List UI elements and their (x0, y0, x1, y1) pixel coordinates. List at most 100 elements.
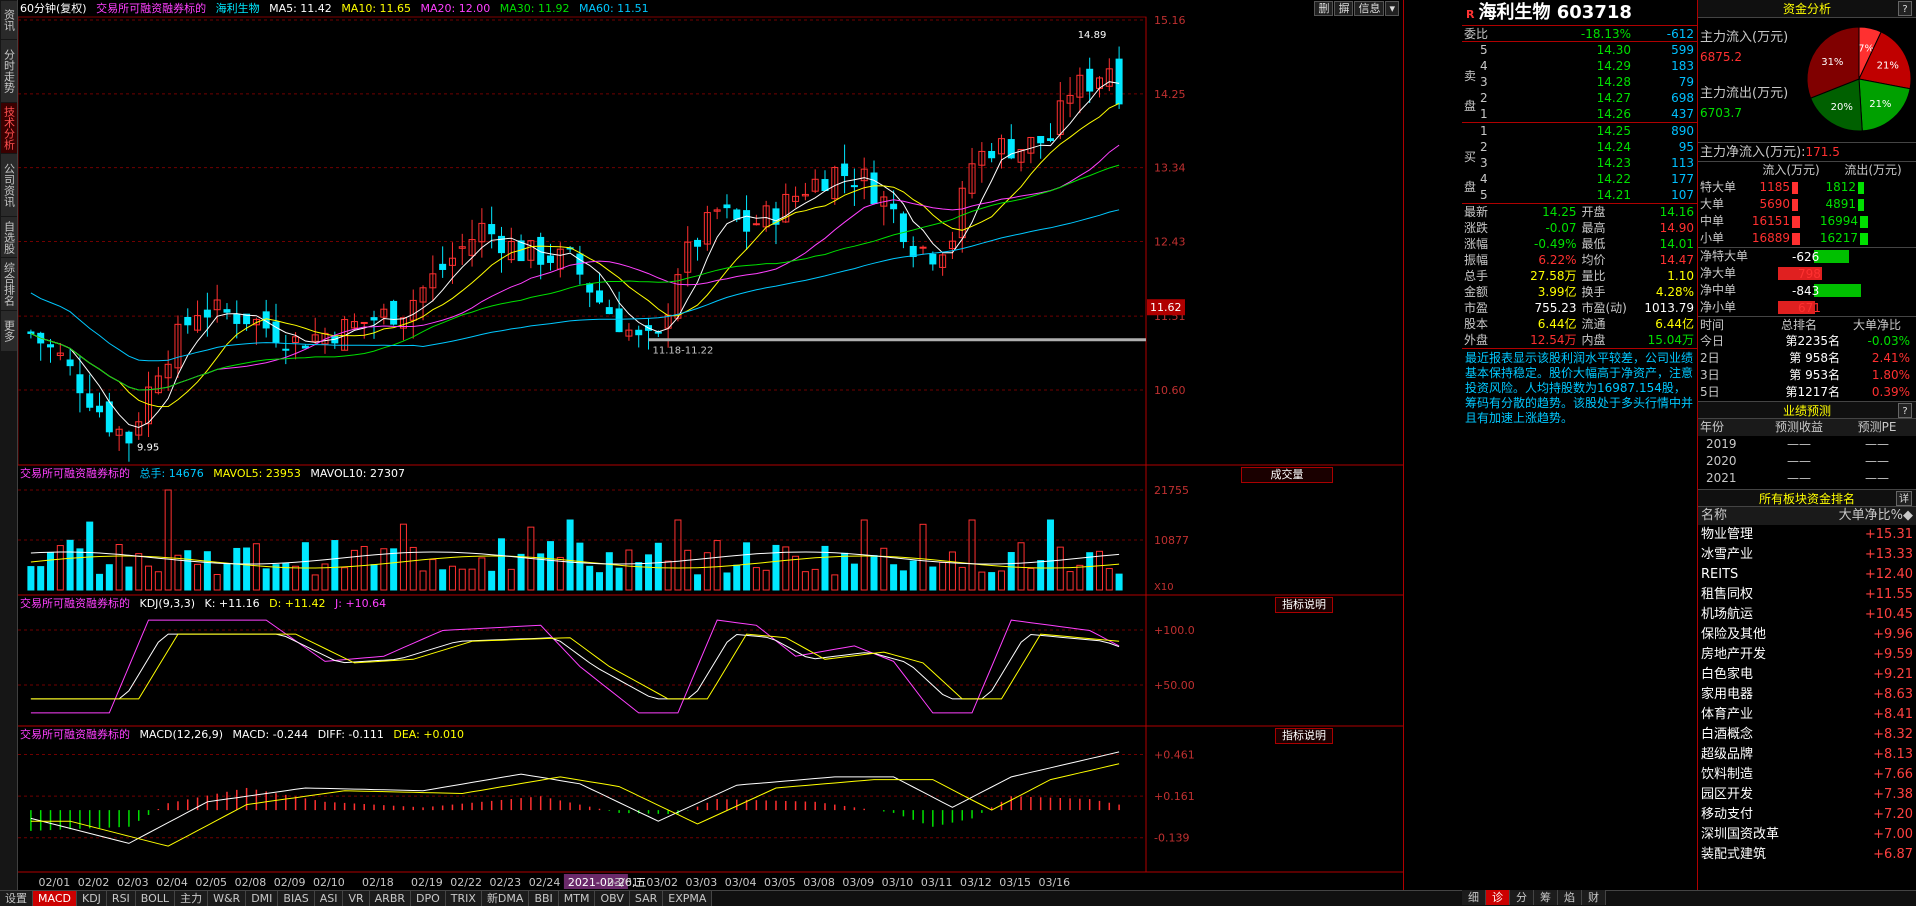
sector-ratio: +12.40 (1864, 567, 1913, 582)
candle-body (841, 163, 849, 177)
sector-row[interactable]: 装配式建筑 +6.87 (1698, 845, 1916, 865)
buy-side-label: 买 (1464, 150, 1477, 164)
volume-bar (419, 570, 427, 591)
forecast-help-icon[interactable]: ? (1898, 403, 1912, 418)
ban-button[interactable]: 摒 (1334, 1, 1354, 16)
sector-row[interactable]: 冰雪产业 +13.33 (1698, 545, 1916, 565)
sector-detail-button[interactable]: 详 (1896, 491, 1912, 506)
indicator-tab-boll[interactable]: BOLL (135, 891, 176, 906)
net-bar: -626 (1790, 249, 1908, 264)
quote-tab-4[interactable]: 焰 (1558, 890, 1582, 905)
indicator-tab-arbr[interactable]: ARBR (369, 891, 412, 906)
indicator-tab-sar[interactable]: SAR (629, 891, 664, 906)
indicator-tab-mtm[interactable]: MTM (558, 891, 596, 906)
date-axis-label: 03/16 (1038, 876, 1070, 889)
rank-row: 3日 第 953名 1.80% (1698, 367, 1916, 384)
menu-dropdown-button[interactable]: ▾ (1385, 1, 1399, 16)
stat-label: 开盘 (1581, 205, 1606, 219)
net-name: 净中单 (1700, 283, 1737, 297)
sector-row[interactable]: 超级品牌 +8.13 (1698, 745, 1916, 765)
date-axis-label: 03/12 (960, 876, 992, 889)
candle-body (1037, 135, 1045, 144)
indicator-tab-bias[interactable]: BIAS (278, 891, 315, 906)
indicator-tab-asi[interactable]: ASI (314, 891, 344, 906)
flow-name: 小单 (1700, 231, 1725, 245)
sector-head-ratio[interactable]: 大单净比%◆ (1839, 507, 1913, 525)
kdj-help-button[interactable]: 指标说明 (1275, 597, 1333, 613)
sector-row[interactable]: 家用电器 +8.63 (1698, 685, 1916, 705)
indicator-tab-bbi[interactable]: BBI (529, 891, 559, 906)
sector-row[interactable]: 深圳国资改革 +7.00 (1698, 825, 1916, 845)
volume-bar (850, 563, 858, 591)
sector-row[interactable]: 机场航运 +10.45 (1698, 605, 1916, 625)
sector-row[interactable]: 体育产业 +8.41 (1698, 705, 1916, 725)
sector-row[interactable]: 移动支付 +7.20 (1698, 805, 1916, 825)
sector-ratio: +7.66 (1873, 767, 1913, 782)
left-tab-3[interactable]: 公司资讯 (1, 154, 17, 216)
indicator-tab-dpo[interactable]: DPO (411, 891, 446, 906)
indicator-tab-macd[interactable]: MACD (33, 891, 77, 906)
sector-row[interactable]: 房地产开发 +9.59 (1698, 645, 1916, 665)
help-icon[interactable]: ? (1898, 1, 1912, 16)
sector-row[interactable]: 物业管理 +15.31 (1698, 525, 1916, 545)
indicator-tab-dmi[interactable]: DMI (246, 891, 279, 906)
volume-bar (546, 541, 554, 591)
left-tab-4[interactable]: 自选股 (1, 217, 17, 257)
sector-row[interactable]: 保险及其他 +9.96 (1698, 625, 1916, 645)
indicator-tab-expma[interactable]: EXPMA (663, 891, 713, 906)
indicator-tab-新dma[interactable]: 新DMA (481, 891, 530, 906)
sector-name: 房地产开发 (1701, 647, 1767, 662)
volume-button[interactable]: 成交量 (1241, 467, 1333, 483)
indicator-tab-rsi[interactable]: RSI (106, 891, 136, 906)
sector-row[interactable]: 租售同权 +11.55 (1698, 585, 1916, 605)
quote-tab-5[interactable]: 财 (1582, 890, 1606, 905)
indicator-tab-obv[interactable]: OBV (595, 891, 630, 906)
sector-row[interactable]: 饮料制造 +7.66 (1698, 765, 1916, 785)
sector-row[interactable]: 白色家电 +9.21 (1698, 665, 1916, 685)
quote-tab-2[interactable]: 分 (1510, 890, 1534, 905)
macd-help-button[interactable]: 指标说明 (1275, 728, 1333, 744)
left-tab-1[interactable]: 分时走势 (1, 40, 17, 102)
date-axis-label: 03/08 (803, 876, 835, 889)
indicator-tab-vr[interactable]: VR (343, 891, 370, 906)
volume-bar (664, 560, 672, 591)
indicator-tab-设置[interactable]: 设置 (0, 891, 33, 906)
flow-in-value: 5690 (1759, 197, 1790, 211)
sector-row[interactable]: REITS +12.40 (1698, 565, 1916, 585)
candle-body (821, 179, 829, 192)
indicator-tab-trix[interactable]: TRIX (445, 891, 482, 906)
weibi-row: 委比 -18.13% -612 (1462, 26, 1697, 42)
volume-bar (252, 543, 260, 591)
sector-row[interactable]: 园区开发 +7.38 (1698, 785, 1916, 805)
delete-button[interactable]: 删 (1314, 1, 1334, 16)
left-tab-bar: 资讯 分时走势 技术分析 公司资讯 自选股 综合排名 更多 (0, 0, 18, 890)
chart-toolbar: 删 摒 信息 ▾ (1313, 1, 1399, 16)
kline-chart-area[interactable]: 15.16 14.25 13.34 12.43 11.51 10.60 11.62 14.89… (18, 0, 1404, 890)
indicator-tab-主力[interactable]: 主力 (175, 891, 209, 906)
candle-body (615, 308, 623, 333)
info-button[interactable]: 信息 (1354, 1, 1385, 16)
left-tab-2[interactable]: 技术分析 (1, 103, 17, 153)
volume-bar (890, 564, 898, 591)
sector-ratio: +9.59 (1873, 647, 1913, 662)
quote-tab-0[interactable]: 细 (1462, 890, 1486, 905)
candle-body (1115, 58, 1123, 105)
left-tab-6[interactable]: 更多 (1, 311, 17, 351)
candle-body (586, 283, 594, 293)
net-name: 净大单 (1700, 266, 1737, 280)
indicator-tab-kdj[interactable]: KDJ (76, 891, 107, 906)
candle-body (596, 290, 604, 303)
quote-tab-3[interactable]: 筹 (1534, 890, 1558, 905)
volume-bar (782, 546, 790, 591)
left-tab-0[interactable]: 资讯 (1, 1, 17, 39)
left-tab-5[interactable]: 综合排名 (1, 258, 17, 310)
quote-tab-1[interactable]: 诊 (1486, 890, 1510, 905)
sector-row[interactable]: 白酒概念 +8.32 (1698, 725, 1916, 745)
mavol10-value: MAVOL10: 27307 (310, 467, 405, 480)
volume-bar (752, 567, 760, 591)
kline-svg[interactable]: 15.1614.2513.3412.4311.5110.6011.6214.89… (18, 0, 1404, 890)
volume-bar (76, 548, 84, 591)
volume-bar (596, 572, 604, 591)
indicator-tab-w&r[interactable]: W&R (208, 891, 247, 906)
ma10-value: MA10: 11.65 (341, 2, 412, 15)
